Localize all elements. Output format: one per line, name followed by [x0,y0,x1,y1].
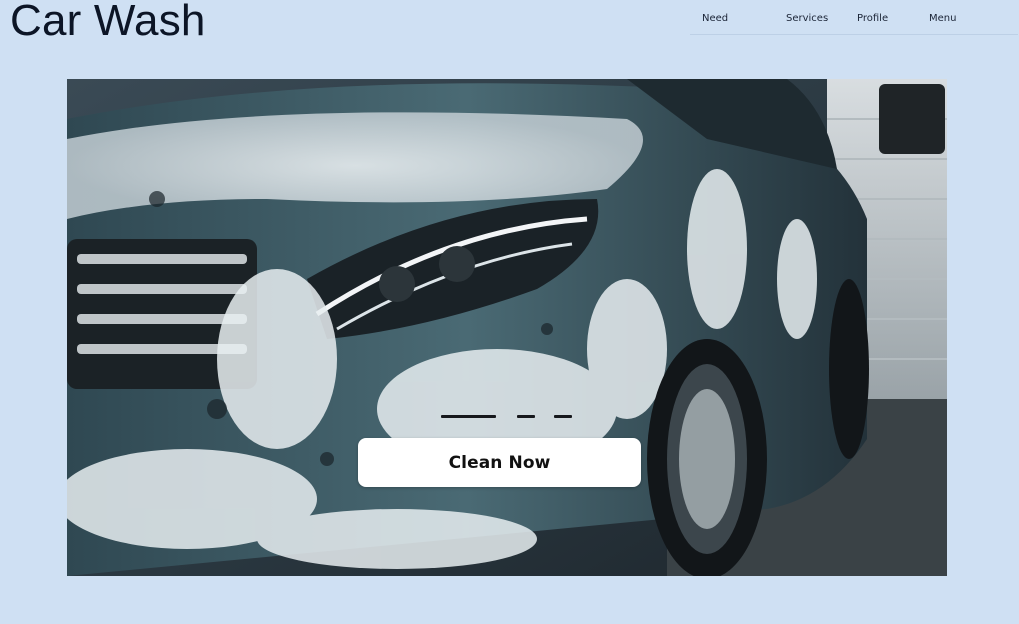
nav-link-menu[interactable]: Menu [929,13,956,24]
nav-link-services[interactable]: Services [786,13,828,24]
clean-now-button[interactable]: Clean Now [358,438,641,487]
hero-banner: Clean Now [67,79,947,576]
slide-indicator-1[interactable] [441,415,496,418]
page: Car Wash Need Services Profile Menu Clea… [0,0,1019,624]
hero-image-car-wash [67,79,947,576]
top-nav: Need Services Profile Menu [690,10,1018,35]
slide-indicator-2[interactable] [517,415,535,418]
slide-indicator-3[interactable] [554,415,572,418]
nav-link-need[interactable]: Need [702,13,728,24]
site-title: Car Wash [10,0,206,45]
nav-link-profile[interactable]: Profile [857,13,888,24]
